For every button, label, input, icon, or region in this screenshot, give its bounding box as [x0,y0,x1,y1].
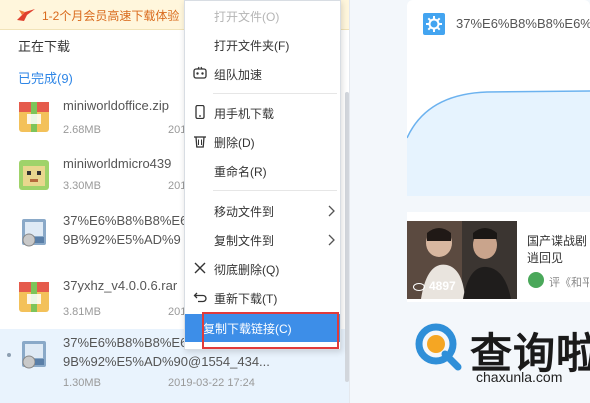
rar-archive-icon [19,282,49,312]
menu-item-label: 彻底删除(Q) [214,263,280,277]
channel-avatar [528,272,544,288]
phone-icon [195,105,205,119]
file-size: 3.30MB [63,180,101,192]
file-size: 2.68MB [63,124,101,136]
menu-copy-to[interactable]: 复制文件到 [185,227,340,253]
file-size: 3.81MB [63,306,101,318]
file-name-line2: 9B%92%E5%AD%9 [63,232,181,247]
file-name: 37yxhz_v4.0.0.6.rar [63,278,178,293]
menu-rename[interactable]: 重命名(R) [185,158,340,184]
video-source-label: 评《和平 [549,277,589,289]
promo-text: 1-2个月会员高速下载体验 [42,9,180,23]
menu-item-label: 打开文件夹(F) [214,39,290,53]
bird-logo-icon [17,9,35,21]
menu-team-accelerate[interactable]: 组队加速 [185,61,340,87]
submenu-arrow-icon [328,234,335,246]
menu-redownload[interactable]: 重新下载(T) [185,285,340,311]
downloading-section-label[interactable]: 正在下载 [18,36,70,55]
game-app-icon [19,160,49,190]
video-thumbnail[interactable]: 4897 [407,221,517,299]
menu-item-label: 移动文件到 [214,205,275,219]
selection-dot [7,353,11,357]
speed-chart [407,46,590,196]
file-name-line2: 9B%92%E5%AD%90@1554_434... [63,354,270,369]
gear-icon-glyph [426,16,442,32]
file-name: miniworldmicro439 [63,156,172,171]
file-name: 37%E6%B8%B8%E6 [63,213,188,228]
menu-move-to[interactable]: 移动文件到 [185,198,340,224]
video-title[interactable]: 国产谍战剧逍回见 [527,233,588,267]
file-name: 37%E6%B8%B8%E6 [63,335,188,350]
installer-icon [22,341,46,369]
menu-item-label: 重新下载(T) [214,292,278,306]
menu-open-file[interactable]: 打开文件(O) [185,3,340,29]
magnifier-q-icon [415,323,462,371]
view-count: 4897 [413,279,456,293]
team-accelerate-icon [193,66,207,79]
submenu-arrow-icon [328,205,335,217]
file-size: 1.30MB [63,377,101,389]
task-title: 37%E6%B8%B8%E6% [456,16,590,31]
file-name: miniworldoffice.zip [63,98,169,113]
menu-item-label: 重命名(R) [214,165,267,179]
file-date: 2019-03-22 17:24 [168,377,255,389]
download-manager-window: 1-2个月会员高速下载体验 正在下载 已完成(9) miniworldoffic… [0,0,590,403]
menu-open-folder[interactable]: 打开文件夹(F) [185,32,340,58]
menu-separator [213,190,337,191]
watermark-domain: chaxunla.com [476,369,563,385]
zip-archive-icon [19,102,49,132]
menu-permanent-delete[interactable]: 彻底删除(Q) [185,256,340,282]
menu-item-label: 组队加速 [214,68,263,82]
completed-section-label[interactable]: 已完成(9) [18,68,73,87]
menu-item-label: 用手机下载 [214,107,275,121]
x-icon [194,262,206,274]
menu-delete[interactable]: 删除(D) [185,129,340,155]
trash-icon [194,136,206,148]
menu-item-label: 删除(D) [214,136,255,150]
list-scrollbar[interactable] [345,92,349,382]
menu-separator [213,93,337,94]
context-menu: 打开文件(O) 打开文件夹(F) 组队加速 用手机下载 删除(D) 重命名(R)… [184,0,341,350]
redownload-icon [193,292,207,303]
installer-icon [22,219,46,247]
menu-item-label: 复制文件到 [214,234,275,248]
eye-icon [413,282,425,291]
highlight-annotation-box [202,312,339,349]
video-source: 评《和平 [528,272,589,292]
watermark-logo: 查询啦 chaxunla.com [412,318,590,398]
gear-icon[interactable] [423,13,445,35]
menu-phone-download[interactable]: 用手机下载 [185,100,340,126]
view-count-value: 4897 [429,279,456,293]
menu-item-label: 打开文件(O) [214,10,280,24]
